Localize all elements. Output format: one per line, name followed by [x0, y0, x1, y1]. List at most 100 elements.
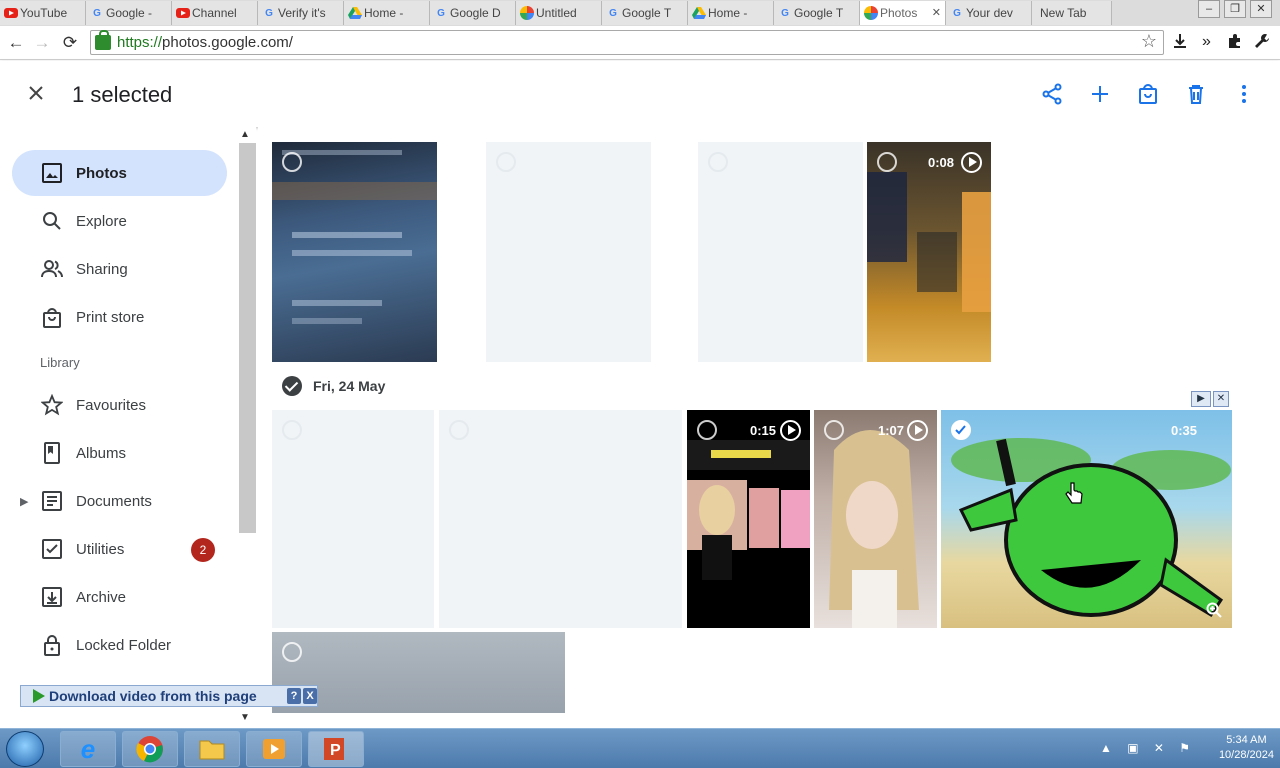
sidebar-item-sharing[interactable]: Sharing: [12, 246, 227, 292]
selected-check-icon[interactable]: [951, 420, 971, 440]
ad-play-icon[interactable]: ▶: [1191, 391, 1211, 407]
video-tile[interactable]: 0:08: [867, 142, 991, 362]
photo-tile[interactable]: [272, 142, 437, 362]
clock[interactable]: 5:34 AM 10/28/2024: [1219, 733, 1274, 763]
select-circle[interactable]: [449, 420, 469, 440]
zoom-in-icon[interactable]: [1206, 602, 1222, 618]
sidebar-item-label: Sharing: [76, 260, 128, 278]
download-video-bar[interactable]: Download video from this page ? X: [20, 685, 318, 707]
video-duration: 0:35: [1171, 423, 1198, 438]
sidebar-item-favourites[interactable]: Favourites: [12, 382, 227, 428]
screen: YouTube G Google - Channel G Verify it's…: [0, 0, 1280, 768]
sidebar-item-print-store[interactable]: Print store: [12, 294, 227, 340]
photo-tile-placeholder[interactable]: [698, 142, 863, 362]
select-circle[interactable]: [708, 152, 728, 172]
media-player-icon[interactable]: [246, 731, 302, 767]
address-bar[interactable]: https://photos.google.com/ ☆: [90, 30, 1164, 55]
bookmark-star-icon[interactable]: ☆: [1141, 31, 1157, 52]
browser-toolbar: ← → ⟳ https://photos.google.com/ ☆ »: [0, 26, 1280, 60]
sidebar-item-photos[interactable]: Photos: [12, 150, 227, 196]
more-vert-icon[interactable]: [1232, 82, 1256, 106]
tab-verify[interactable]: G Verify it's: [258, 1, 344, 25]
tab-google-d[interactable]: G Google D: [430, 1, 516, 25]
photo-tile-placeholder[interactable]: [439, 410, 682, 628]
sidebar-item-explore[interactable]: Explore: [12, 198, 227, 244]
document-icon: [40, 489, 64, 513]
photo-content: [272, 150, 437, 324]
minimize-button[interactable]: –: [1198, 0, 1220, 18]
download-help-button[interactable]: ?: [287, 688, 301, 704]
tab-home-drive[interactable]: Home -: [344, 1, 430, 25]
download-icon[interactable]: [1172, 33, 1188, 54]
video-tile-selected[interactable]: 0:35: [941, 410, 1232, 628]
date-group-header: Fri, 24 May: [282, 376, 385, 396]
shopping-bag-icon[interactable]: [1136, 82, 1160, 106]
photo-tile-placeholder[interactable]: [486, 142, 651, 362]
folder-icon[interactable]: [184, 731, 240, 767]
close-selection-icon[interactable]: [24, 81, 48, 105]
tab-google[interactable]: G Google -: [86, 1, 172, 25]
sidebar-scroll-down-icon[interactable]: ▼: [240, 712, 250, 723]
sidebar-scrollbar-thumb[interactable]: [239, 143, 256, 533]
tab-untitled[interactable]: Untitled: [516, 1, 602, 25]
select-circle[interactable]: [282, 642, 302, 662]
download-play-icon: [33, 689, 45, 703]
extensions-icon[interactable]: [1226, 33, 1242, 54]
close-window-button[interactable]: ✕: [1250, 0, 1272, 18]
tab-home-drive-2[interactable]: Home -: [688, 1, 774, 25]
trash-icon[interactable]: [1184, 82, 1208, 106]
tab-youtube[interactable]: YouTube: [0, 1, 86, 25]
select-circle[interactable]: [496, 152, 516, 172]
tab-channel[interactable]: Channel: [172, 1, 258, 25]
ie-icon[interactable]: e: [60, 731, 116, 767]
select-circle[interactable]: [282, 152, 302, 172]
select-circle[interactable]: [697, 420, 717, 440]
date-select-check-icon[interactable]: [282, 376, 302, 396]
system-tray-icons[interactable]: ▲ ▣ ✕ ⚑: [1100, 741, 1196, 755]
restore-button[interactable]: ❐: [1224, 0, 1246, 18]
start-button[interactable]: [6, 731, 44, 767]
select-circle[interactable]: [824, 420, 844, 440]
ad-controls: ▶ ✕: [1191, 391, 1229, 407]
video-tile[interactable]: 0:15: [687, 410, 810, 628]
tab-photos[interactable]: Photos ✕: [860, 1, 946, 25]
ad-close-icon[interactable]: ✕: [1213, 391, 1229, 407]
sidebar-item-albums[interactable]: Albums: [12, 430, 227, 476]
tab-google-t[interactable]: G Google T: [602, 1, 688, 25]
chevron-right-icon[interactable]: »: [1202, 33, 1211, 51]
back-icon[interactable]: ←: [6, 33, 26, 53]
search-icon: [40, 209, 64, 233]
tab-new-tab[interactable]: New Tab: [1032, 1, 1112, 25]
select-circle[interactable]: [282, 420, 302, 440]
video-tile[interactable]: 1:07: [814, 410, 937, 628]
sidebar-item-label: Photos: [76, 164, 127, 182]
download-close-button[interactable]: X: [303, 688, 317, 704]
tab-your-dev[interactable]: G Your dev: [946, 1, 1032, 25]
reload-icon[interactable]: ⟳: [60, 33, 80, 53]
sidebar-scroll-up-icon[interactable]: ▲: [240, 129, 250, 140]
video-content: [687, 440, 810, 580]
youtube-icon: [176, 6, 190, 20]
url-host: photos.google.com: [162, 34, 289, 51]
tab-title: Verify it's: [278, 6, 326, 20]
selection-app-bar: 1 selected: [0, 61, 1280, 127]
tab-close-icon[interactable]: ✕: [932, 6, 941, 19]
add-icon[interactable]: [1088, 82, 1112, 106]
powerpoint-icon[interactable]: P: [308, 731, 364, 767]
library-section-header: Library: [40, 355, 80, 370]
clock-date: 10/28/2024: [1218, 749, 1274, 761]
sidebar-item-documents[interactable]: Documents: [12, 478, 227, 524]
star-icon: [40, 393, 64, 417]
chrome-icon[interactable]: [122, 731, 178, 767]
share-icon[interactable]: [1040, 82, 1064, 106]
sidebar-item-label: Archive: [76, 588, 127, 606]
sidebar-item-archive[interactable]: Archive: [12, 574, 227, 620]
sidebar-item-locked-folder[interactable]: Locked Folder: [12, 622, 227, 668]
tab-google-t-2[interactable]: G Google T: [774, 1, 860, 25]
select-circle[interactable]: [877, 152, 897, 172]
video-duration: 0:08: [928, 155, 955, 170]
forward-icon[interactable]: →: [32, 33, 52, 53]
tab-title: Google T: [794, 6, 844, 20]
wrench-icon[interactable]: [1254, 33, 1270, 54]
photo-tile-placeholder[interactable]: [272, 410, 434, 628]
